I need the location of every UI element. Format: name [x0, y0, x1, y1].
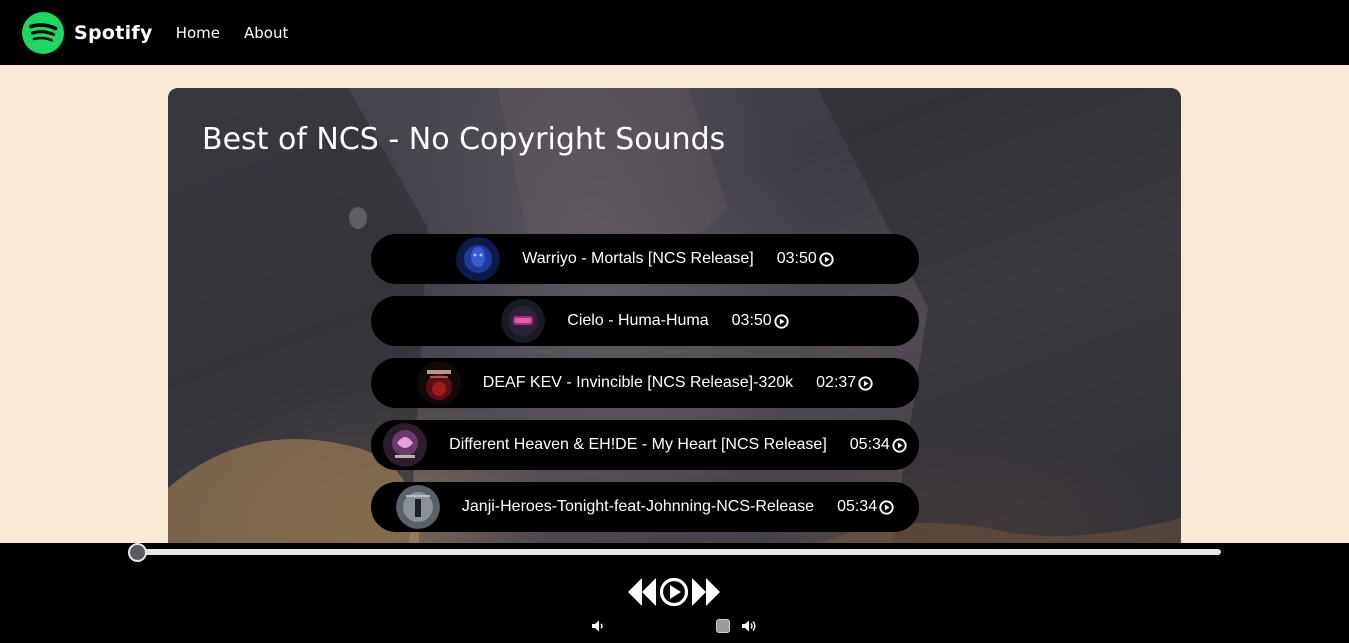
playlist-title: Best of NCS - No Copyright Sounds [202, 122, 726, 157]
player-bar [0, 543, 1349, 643]
song-duration-text: 05:34 [837, 498, 878, 515]
playback-controls [628, 577, 720, 607]
song-duration: 05:34 [850, 436, 907, 454]
song-item[interactable]: Different Heaven & EH!DE - My Heart [NCS… [371, 420, 919, 470]
song-cover-image [456, 237, 501, 281]
song-duration-text: 03:50 [731, 312, 772, 329]
progress-thumb[interactable] [128, 543, 147, 562]
song-duration: 03:50 [732, 312, 789, 330]
song-duration-text: 05:34 [849, 436, 890, 453]
song-duration-text: 02:37 [816, 374, 857, 391]
play-circle-icon[interactable] [858, 375, 873, 391]
song-list: Warriyo - Mortals [NCS Release] 03:50 Ci… [371, 234, 919, 544]
song-cover-image [383, 423, 428, 467]
brand-name[interactable]: Spotify [74, 22, 153, 44]
song-duration-text: 03:50 [776, 250, 817, 267]
previous-icon[interactable] [628, 578, 656, 606]
song-name: Warriyo - Mortals [NCS Release] [522, 250, 754, 267]
volume-up-icon[interactable] [741, 618, 757, 634]
song-name: DEAF KEV - Invincible [NCS Release]-320k [482, 374, 794, 391]
play-icon[interactable] [659, 577, 689, 607]
spotify-logo-icon[interactable] [22, 11, 64, 54]
song-item[interactable]: DEAF KEV - Invincible [NCS Release]-320k… [371, 358, 919, 408]
song-duration: 05:34 [837, 498, 894, 516]
nav-about-link[interactable]: About [244, 24, 288, 42]
volume-slider-thumb[interactable] [716, 619, 730, 633]
song-item[interactable]: Warriyo - Mortals [NCS Release] 03:50 [371, 234, 919, 284]
play-circle-icon[interactable] [892, 437, 907, 453]
nav-home-link[interactable]: Home [176, 24, 220, 42]
song-cover-image [416, 361, 461, 405]
song-item[interactable]: Cielo - Huma-Huma 03:50 [371, 296, 919, 346]
song-cover-image [395, 485, 440, 529]
playlist-container: Best of NCS - No Copyright Sounds Warriy… [168, 88, 1181, 568]
song-duration: 02:37 [816, 374, 873, 392]
next-icon[interactable] [692, 578, 720, 606]
volume-down-icon[interactable] [590, 618, 606, 634]
song-item[interactable]: Janji-Heroes-Tonight-feat-Johnning-NCS-R… [371, 482, 919, 532]
song-name: Cielo - Huma-Huma [567, 312, 709, 329]
song-name: Janji-Heroes-Tonight-feat-Johnning-NCS-R… [461, 498, 815, 515]
song-name: Different Heaven & EH!DE - My Heart [NCS… [449, 436, 827, 453]
volume-control [590, 617, 762, 635]
song-cover-image [501, 299, 546, 343]
navbar: Spotify Home About [0, 0, 1349, 65]
play-circle-icon[interactable] [879, 499, 894, 515]
song-duration: 03:50 [777, 250, 834, 268]
play-circle-icon[interactable] [819, 251, 834, 267]
play-circle-icon[interactable] [774, 313, 789, 329]
progress-bar[interactable] [137, 549, 1221, 555]
